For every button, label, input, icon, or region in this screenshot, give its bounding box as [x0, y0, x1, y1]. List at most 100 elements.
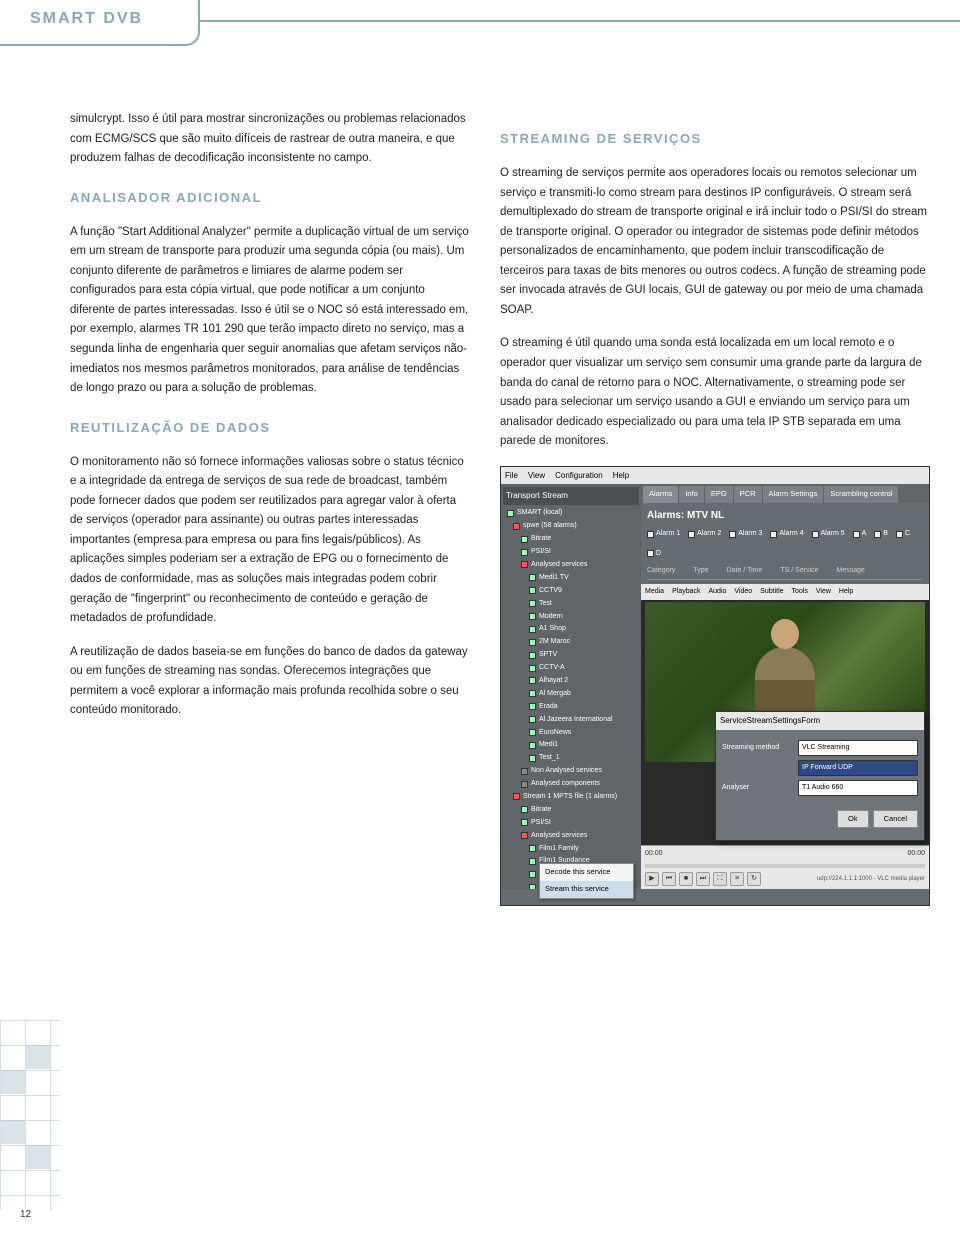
tree-row[interactable]: Bitrate — [503, 533, 639, 546]
tab[interactable]: Alarm Settings — [763, 486, 824, 503]
vlc-controls: 00:00 00:00 ▶ ⏮ ■ ⏭ ⛶ ≡ ↻ — [641, 845, 929, 889]
dialog-row: IP Forward UDP — [722, 760, 918, 776]
column-header: Message — [837, 565, 865, 577]
alarm-checkbox[interactable]: Alarm 5 — [812, 528, 845, 540]
alarm-checkbox[interactable]: D — [647, 548, 661, 560]
stop-button[interactable]: ■ — [679, 872, 693, 886]
tree-row[interactable]: Test_1 — [503, 752, 639, 765]
menu-item[interactable]: View — [528, 469, 545, 483]
alarm-checkbox[interactable]: A — [853, 528, 867, 540]
dialog-title: ServiceStreamSettingsForm — [716, 712, 924, 730]
transport-stream-tree: Transport Stream SMART (local)spwe (58 a… — [501, 484, 641, 889]
tab[interactable]: Scrambling control — [824, 486, 898, 503]
tree-row[interactable]: A1 Shop — [503, 623, 639, 636]
alarm-checkbox[interactable]: Alarm 3 — [729, 528, 762, 540]
vlc-menu-item[interactable]: View — [816, 586, 831, 598]
tree-row[interactable]: Analysed services — [503, 829, 639, 842]
tab[interactable]: PCR — [734, 486, 762, 503]
decorative-grid — [0, 1020, 60, 1210]
playlist-button[interactable]: ≡ — [730, 872, 744, 886]
context-menu-item[interactable]: Stream this service — [540, 881, 633, 889]
tree-row[interactable]: PSI/SI — [503, 546, 639, 559]
paragraph: O monitoramento não só fornece informaçõ… — [70, 453, 470, 629]
vlc-seek-slider[interactable] — [645, 864, 925, 868]
tab[interactable]: Info — [679, 486, 704, 503]
context-menu-item[interactable]: Decode this service — [540, 864, 633, 881]
fullscreen-button[interactable]: ⛶ — [713, 872, 727, 886]
vlc-menu-item[interactable]: Help — [839, 586, 853, 598]
dialog-select[interactable]: T1 Audio 660 — [798, 780, 918, 796]
tree-row[interactable]: Al Jazeera International — [503, 713, 639, 726]
tree-title: Transport Stream — [503, 487, 639, 505]
tree-row[interactable]: Modern — [503, 610, 639, 623]
tree-row[interactable]: EuroNews — [503, 726, 639, 739]
tree-row[interactable]: SPTV — [503, 649, 639, 662]
tree-row[interactable]: Stream 1 MPTS file (1 alarms) — [503, 791, 639, 804]
tab[interactable]: Alarms — [643, 486, 678, 503]
column-header: Category — [647, 565, 675, 577]
column-header: Type — [693, 565, 708, 577]
tree-row[interactable]: Bitrate — [503, 803, 639, 816]
alarm-checkbox[interactable]: Alarm 1 — [647, 528, 680, 540]
loop-button[interactable]: ↻ — [747, 872, 761, 886]
next-button[interactable]: ⏭ — [696, 872, 710, 886]
tree-row[interactable]: SMART (local) — [503, 507, 639, 520]
left-column: simulcrypt. Isso é útil para mostrar sin… — [70, 110, 470, 906]
alarm-columns: CategoryTypeDate / TimeTS / ServiceMessa… — [647, 563, 923, 580]
dialog-select[interactable]: IP Forward UDP — [798, 760, 918, 776]
menu-item[interactable]: Help — [613, 469, 629, 483]
tree-row[interactable]: Analysed services — [503, 559, 639, 572]
alarm-checkbox[interactable]: B — [874, 528, 888, 540]
menu-item[interactable]: Configuration — [555, 469, 603, 483]
vlc-time-left: 00:00 — [645, 848, 663, 860]
tree-row[interactable]: spwe (58 alarms) — [503, 520, 639, 533]
tree-row[interactable]: Al Mergab — [503, 687, 639, 700]
ok-button[interactable]: Ok — [837, 810, 869, 829]
vlc-menu-item[interactable]: Audio — [708, 586, 726, 598]
alarm-checkbox[interactable]: C — [896, 528, 910, 540]
menu-item[interactable]: File — [505, 469, 518, 483]
tree-row[interactable]: 2M Maroc — [503, 636, 639, 649]
prev-button[interactable]: ⏮ — [662, 872, 676, 886]
alarms-title: Alarms: MTV NL — [647, 507, 923, 524]
dialog-select[interactable]: VLC Streaming — [798, 740, 918, 756]
content-area: simulcrypt. Isso é útil para mostrar sin… — [70, 110, 930, 906]
tree-row[interactable]: Non Analysed services — [503, 765, 639, 778]
tree-row[interactable]: Medi1 — [503, 739, 639, 752]
tree-row[interactable]: Alhayat 2 — [503, 675, 639, 688]
vlc-menu-item[interactable]: Media — [645, 586, 664, 598]
tree-row[interactable]: Analysed components — [503, 778, 639, 791]
vlc-menu-item[interactable]: Subtitle — [760, 586, 783, 598]
tree-row[interactable]: CCTV-A — [503, 662, 639, 675]
tree-row[interactable]: Film1 Family — [503, 842, 639, 855]
context-menu: Decode this serviceStream this service — [539, 863, 634, 889]
paragraph: A função "Start Additional Analyzer" per… — [70, 223, 470, 399]
page-number: 12 — [20, 1209, 31, 1220]
column-header: Date / Time — [727, 565, 763, 577]
tree-row[interactable]: Medi1 TV — [503, 571, 639, 584]
vlc-menu-item[interactable]: Playback — [672, 586, 700, 598]
section-heading-streaming: STREAMING DE SERVIÇOS — [500, 128, 930, 150]
vlc-menubar: Media Playback Audio Video Subtitle Tools View… — [641, 584, 929, 600]
app-screenshot: File View Configuration Help Transport Stre… — [500, 466, 930, 906]
dialog-row: Streaming methodVLC Streaming — [722, 740, 918, 756]
product-title: SMART DVB — [30, 10, 143, 28]
tab[interactable]: EPG — [705, 486, 733, 503]
alarm-checkboxes: Alarm 1 Alarm 2 Alarm 3 Alarm 4 Alarm 5 ABC D — [647, 528, 923, 560]
header-divider — [200, 20, 960, 22]
vlc-menu-item[interactable]: Tools — [792, 586, 808, 598]
alarm-checkbox[interactable]: Alarm 4 — [770, 528, 803, 540]
stream-settings-dialog: ServiceStreamSettingsForm Streaming meth… — [715, 711, 925, 841]
alarm-checkbox[interactable]: Alarm 2 — [688, 528, 721, 540]
section-heading-analisador: ANALISADOR ADICIONAL — [70, 187, 470, 209]
tree-row[interactable]: Test — [503, 597, 639, 610]
paragraph: O streaming é útil quando uma sonda está… — [500, 334, 930, 451]
tree-row[interactable]: Erada — [503, 700, 639, 713]
vlc-menu-item[interactable]: Video — [734, 586, 752, 598]
tree-row[interactable]: CCTV9 — [503, 584, 639, 597]
cancel-button[interactable]: Cancel — [873, 810, 918, 829]
right-tabs: AlarmsInfoEPGPCRAlarm SettingsScrambling… — [641, 484, 929, 503]
play-button[interactable]: ▶ — [645, 872, 659, 886]
tree-row[interactable]: PSI/SI — [503, 816, 639, 829]
video-area: Media Playback Audio Video Subtitle Tools View… — [641, 584, 929, 890]
